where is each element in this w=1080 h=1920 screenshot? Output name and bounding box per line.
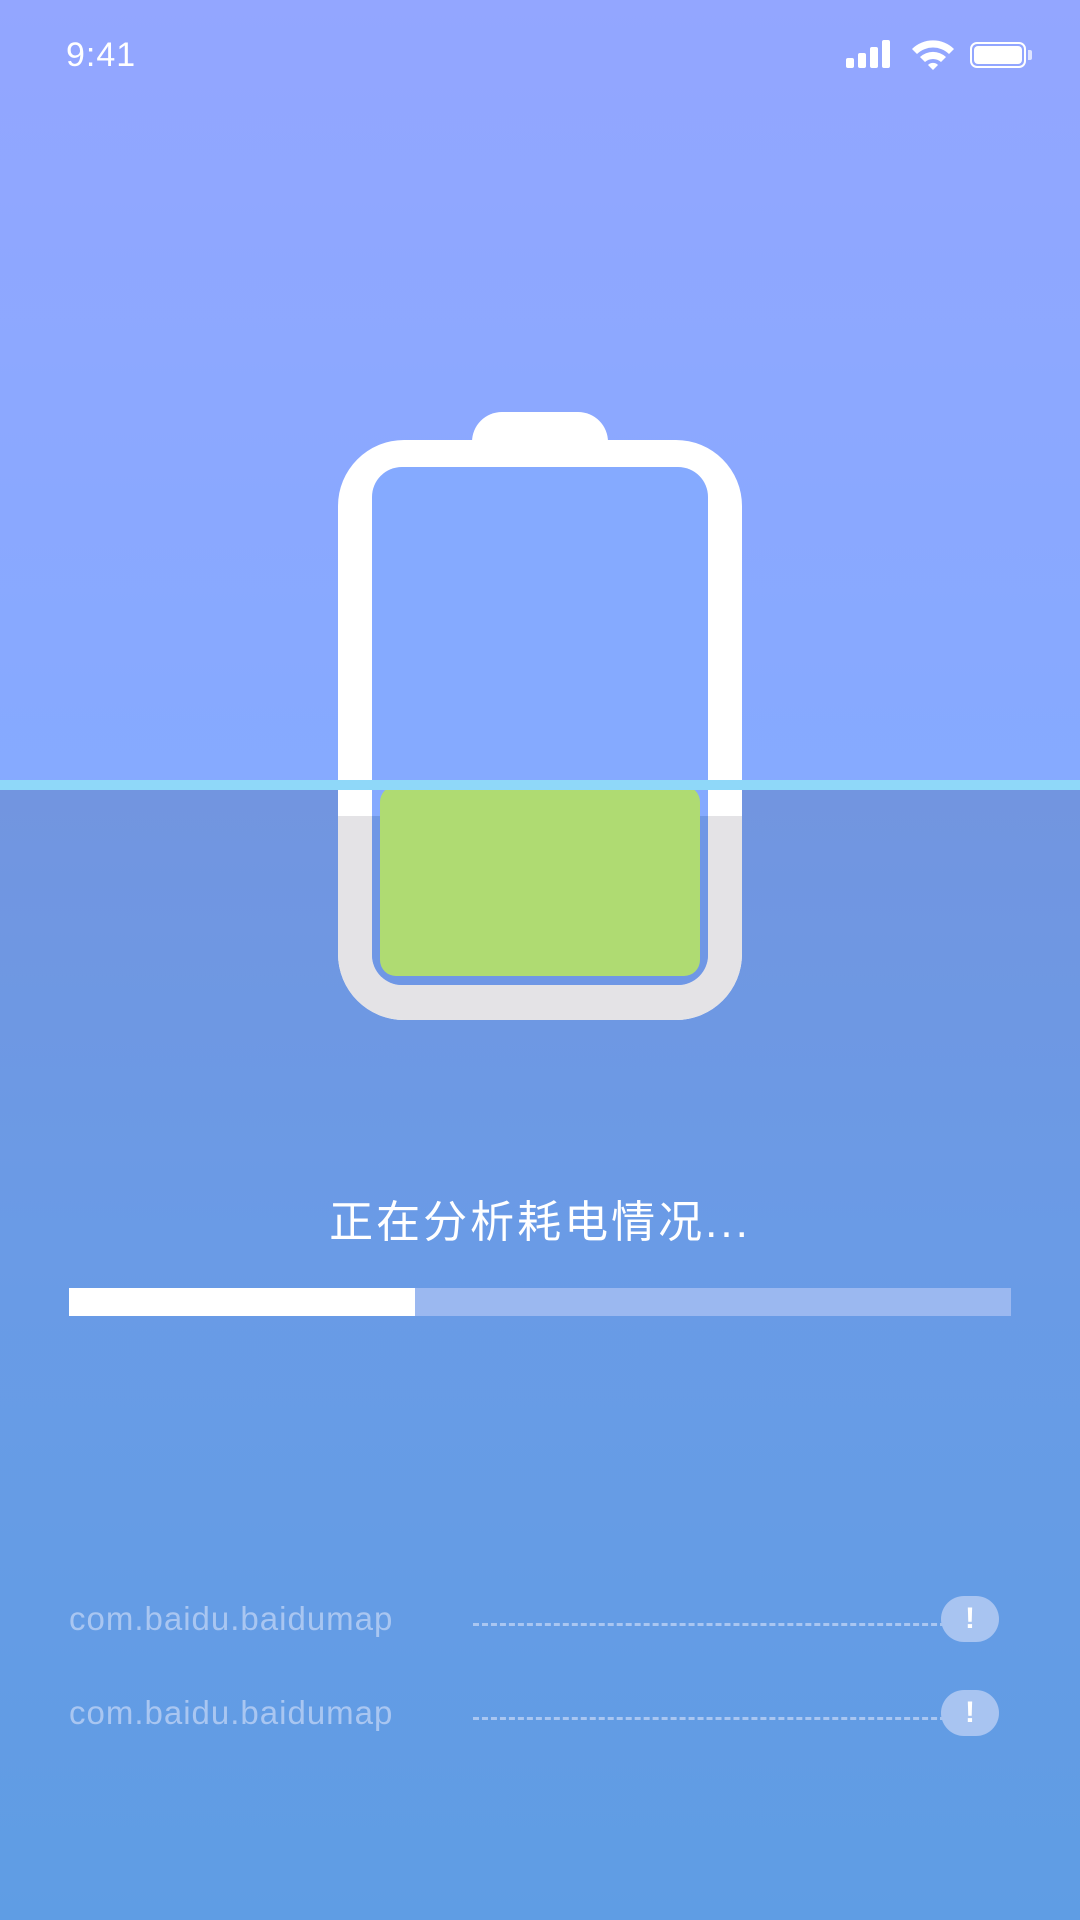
battery-illustration: [338, 412, 742, 1020]
dashed-divider: [473, 1623, 973, 1626]
battery-level: [380, 786, 700, 976]
wifi-icon: [912, 40, 954, 70]
app-list-item: com.baidu.baidumap !: [69, 1596, 1009, 1646]
analyzing-status-text: 正在分析耗电情况...: [329, 1198, 751, 1247]
warning-icon[interactable]: !: [941, 1690, 999, 1736]
status-time: 9:41: [66, 36, 137, 74]
app-package-name: com.baidu.baidumap: [69, 1694, 394, 1731]
warning-icon[interactable]: !: [941, 1596, 999, 1642]
app-package-name: com.baidu.baidumap: [69, 1600, 394, 1637]
status-bar: 9:41: [0, 0, 1080, 110]
battery-status-icon: [970, 42, 1032, 68]
dashed-divider: [473, 1717, 973, 1720]
app-list-item: com.baidu.baidumap !: [69, 1690, 1009, 1740]
scan-line: [0, 780, 1080, 790]
progress-fill: [69, 1288, 415, 1316]
signal-icon: [846, 40, 896, 68]
progress-bar: [69, 1288, 1011, 1316]
